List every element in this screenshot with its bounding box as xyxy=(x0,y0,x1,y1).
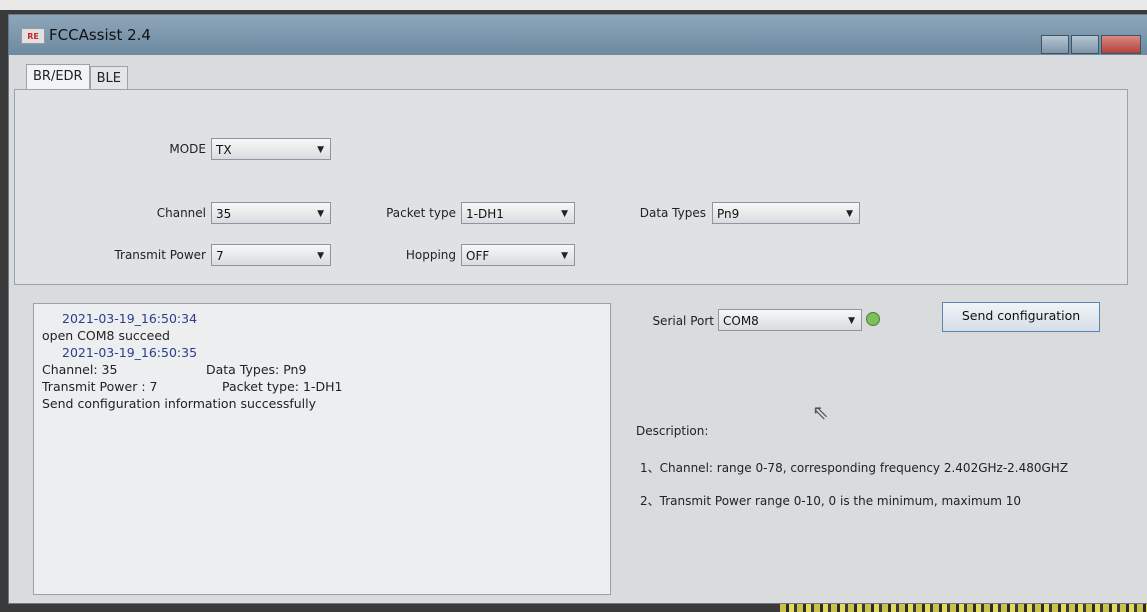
chevron-down-icon: ▼ xyxy=(561,209,568,219)
channel-select[interactable]: 35 ▼ xyxy=(211,202,331,224)
chevron-down-icon: ▼ xyxy=(561,251,568,261)
log-line: Transmit Power : 7 Packet type: 1-DH1 xyxy=(42,378,602,395)
app-icon: RE xyxy=(21,28,45,44)
serial-port-value: COM8 xyxy=(723,314,759,328)
transmit-power-label: Transmit Power xyxy=(114,248,206,262)
log-packet-type: Packet type: 1-DH1 xyxy=(222,379,343,394)
minimize-button[interactable] xyxy=(1041,35,1069,54)
tab-strip: BR/EDR BLE xyxy=(26,64,128,91)
title-bar[interactable]: RE FCCAssist 2.4 xyxy=(9,15,1147,55)
hopping-label: Hopping xyxy=(405,248,456,262)
hopping-select[interactable]: OFF ▼ xyxy=(461,244,575,266)
log-data-types: Data Types: Pn9 xyxy=(206,362,307,377)
description-title: Description: xyxy=(636,424,709,438)
log-timestamp: 2021-03-19_16:50:35 xyxy=(62,345,198,360)
data-types-label: Data Types xyxy=(639,206,706,220)
chevron-down-icon: ▼ xyxy=(317,209,324,219)
description-line-2: 2、Transmit Power range 0-10, 0 is the mi… xyxy=(640,494,1022,508)
window-title: FCCAssist 2.4 xyxy=(49,26,151,44)
channel-label: Channel xyxy=(156,206,206,220)
packet-type-value: 1-DH1 xyxy=(466,207,504,221)
data-types-value: Pn9 xyxy=(717,207,740,221)
tab-ble[interactable]: BLE xyxy=(89,66,128,91)
maximize-button[interactable] xyxy=(1071,35,1099,54)
chevron-down-icon: ▼ xyxy=(317,251,324,261)
log-output[interactable]: 2021-03-19_16:50:34 open COM8 succeed 20… xyxy=(33,303,611,595)
serial-port-select[interactable]: COM8 ▼ xyxy=(718,309,862,331)
hopping-value: OFF xyxy=(466,249,490,263)
log-transmit-power: Transmit Power : 7 xyxy=(42,379,158,394)
log-line: Channel: 35 Data Types: Pn9 xyxy=(42,361,602,378)
chevron-down-icon: ▼ xyxy=(848,316,855,326)
packet-type-label: Packet type xyxy=(386,206,456,220)
packet-type-select[interactable]: 1-DH1 ▼ xyxy=(461,202,575,224)
connection-status-icon xyxy=(866,312,880,326)
chevron-down-icon: ▼ xyxy=(846,209,853,219)
transmit-power-value: 7 xyxy=(216,249,224,263)
window-controls xyxy=(1041,35,1141,54)
log-channel: Channel: 35 xyxy=(42,362,118,377)
description-line-1: 1、Channel: range 0-78, corresponding fre… xyxy=(640,461,1069,475)
serial-port-label: Serial Port xyxy=(652,314,714,328)
log-line: open COM8 succeed xyxy=(42,328,170,343)
mouse-pointer-icon: ⇖ xyxy=(812,400,829,424)
mode-value: TX xyxy=(216,143,232,157)
tab-br-edr[interactable]: BR/EDR xyxy=(26,64,90,91)
log-line: Send configuration information successfu… xyxy=(42,396,317,411)
data-types-select[interactable]: Pn9 ▼ xyxy=(712,202,860,224)
mode-select[interactable]: TX ▼ xyxy=(211,138,331,160)
close-button[interactable] xyxy=(1101,35,1141,54)
send-configuration-button[interactable]: Send configuration xyxy=(942,302,1100,332)
chevron-down-icon: ▼ xyxy=(317,145,324,155)
transmit-power-select[interactable]: 7 ▼ xyxy=(211,244,331,266)
mode-label: MODE xyxy=(169,142,206,156)
log-timestamp: 2021-03-19_16:50:34 xyxy=(62,311,198,326)
channel-value: 35 xyxy=(216,207,232,221)
